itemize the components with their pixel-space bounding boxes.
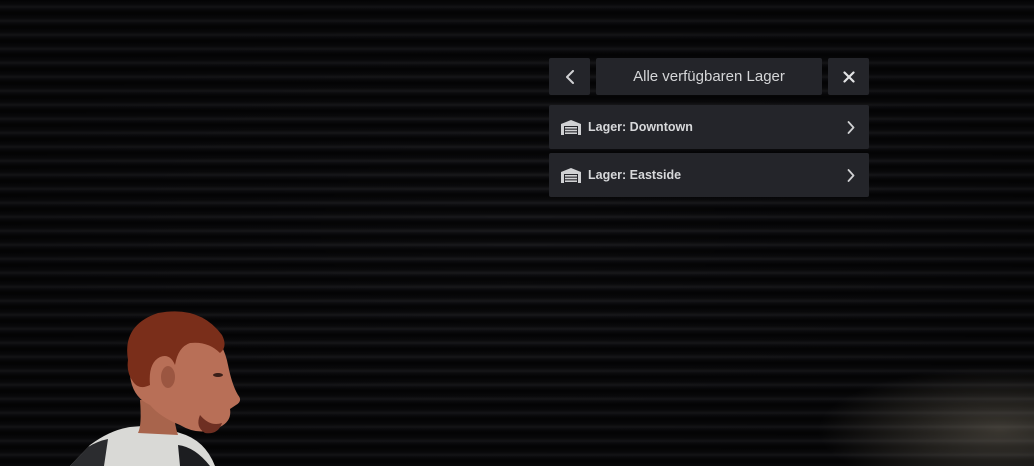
list-item-label: Lager: Eastside [588,168,682,182]
list-item-warehouse-downtown[interactable]: Lager: Downtown [549,105,869,149]
chevron-left-icon [565,69,574,84]
list-item-warehouse-eastside[interactable]: Lager: Eastside [549,153,869,197]
close-icon [842,70,855,83]
back-button[interactable] [549,58,590,95]
list-item-label: Lager: Downtown [588,120,693,134]
warehouse-icon [560,118,582,136]
menu-header: Alle verfügbaren Lager [549,58,869,95]
player-character [70,311,241,466]
warehouse-menu: Alle verfügbaren Lager Lager: Downtown L… [549,58,869,201]
chevron-right-icon [845,168,857,182]
game-scene-background [0,0,1034,466]
menu-title: Alle verfügbaren Lager [596,58,822,95]
chevron-right-icon [845,120,857,134]
warehouse-icon [560,166,582,184]
close-button[interactable] [828,58,869,95]
